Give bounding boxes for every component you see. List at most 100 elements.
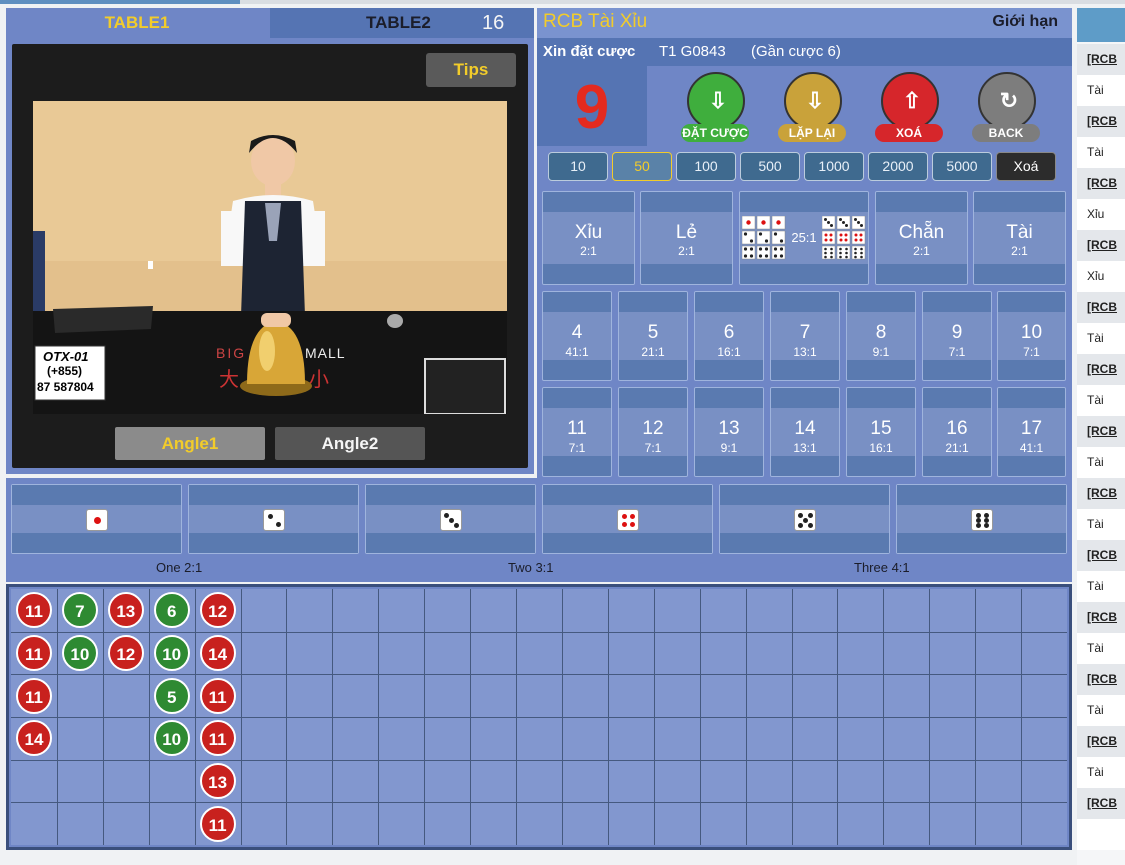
triple-dice-right-icon — [822, 216, 866, 260]
road-bead: 6 — [153, 592, 190, 629]
chip-10[interactable]: 10 — [548, 152, 608, 181]
angle1-button[interactable]: Angle1 — [115, 427, 265, 460]
road-bead: 5 — [153, 677, 190, 714]
history-link[interactable]: [RCB T — [1077, 726, 1125, 779]
chip-50[interactable]: 50 — [612, 152, 672, 181]
tab-table1[interactable]: TABLE1 — [6, 8, 268, 38]
history-link[interactable]: [RCB T — [1077, 230, 1125, 283]
bet-sum-9[interactable]: 9 7:1 — [922, 291, 992, 381]
place-bet-icon: ⇩ — [687, 72, 745, 130]
history-link[interactable]: [RCB T — [1077, 106, 1125, 159]
bet-odds: 2:1 — [913, 244, 930, 258]
road-bead: 7 — [61, 592, 98, 629]
table-brand-right: MALL — [305, 345, 346, 361]
road-bead: 10 — [153, 635, 190, 671]
bet-sum-14[interactable]: 14 13:1 — [770, 387, 840, 477]
history-result: Tài — [1077, 385, 1125, 416]
bet-sum-10[interactable]: 10 7:1 — [997, 291, 1066, 381]
single-label-three: Three 4:1 — [854, 560, 910, 575]
history-link[interactable]: [RCB T — [1077, 788, 1125, 841]
history-link[interactable]: [RCB T — [1077, 478, 1125, 531]
history-link[interactable]: [RCB T — [1077, 354, 1125, 407]
overlay-prefix: (+855) — [47, 364, 83, 378]
table-brand-left: BIG — [216, 345, 247, 361]
bead-road: 11 7 13 6 12 11 10 12 10 14 11 5 11 14 10 11 13 11 — [6, 584, 1072, 850]
road-bead: 14 — [199, 635, 236, 671]
history-link[interactable]: [RCB T — [1077, 292, 1125, 345]
bet-single-3[interactable] — [365, 484, 536, 554]
overlay-code: OTX-01 — [43, 349, 89, 364]
history-link[interactable]: [RCB T — [1077, 168, 1125, 221]
live-dealer-video: OTX-01 (+855) 87 587804 BIG MALL 大 小 — [33, 101, 507, 414]
bet-sum-4[interactable]: 4 41:1 — [542, 291, 612, 381]
angle2-button[interactable]: Angle2 — [275, 427, 425, 460]
bet-sum-8[interactable]: 8 9:1 — [846, 291, 916, 381]
die-5-icon — [794, 509, 816, 531]
tab-table2[interactable]: TABLE2 16 — [270, 8, 534, 38]
repeat-button[interactable]: ⇩ LẶP LẠI — [774, 72, 854, 146]
bet-sum-6[interactable]: 6 16:1 — [694, 291, 764, 381]
table-tabs: TABLE1 TABLE2 16 — [6, 8, 534, 38]
bet-sum-5[interactable]: 5 21:1 — [618, 291, 688, 381]
road-bead: 11 — [15, 592, 52, 629]
bet-sum-11[interactable]: 11 7:1 — [542, 387, 612, 477]
chip-1000[interactable]: 1000 — [804, 152, 864, 181]
game-info-bar: Xin đặt cược T1 G0843 (Gần cược 6) — [537, 38, 1072, 66]
back-button[interactable]: ↻ BACK — [968, 72, 1048, 146]
bet-odds: 2:1 — [678, 244, 695, 258]
road-bead: 10 — [153, 720, 190, 757]
single-label-one: One 2:1 — [156, 560, 203, 575]
history-link[interactable]: [RCB T — [1077, 602, 1125, 655]
place-bet-button[interactable]: ⇩ ĐẶT CƯỢC — [677, 72, 757, 146]
history-link[interactable]: [RCB T — [1077, 416, 1125, 469]
top-progress-bar — [0, 0, 1125, 4]
back-icon: ↻ — [978, 72, 1036, 130]
game-id: T1 G0843 — [659, 43, 726, 60]
bet-name: Tài — [1006, 222, 1033, 243]
top-progress-accent — [0, 0, 240, 4]
history-link[interactable]: [RCB T — [1077, 44, 1125, 97]
history-result: Tài — [1077, 323, 1125, 354]
bet-single-5[interactable] — [719, 484, 890, 554]
bet-xiu[interactable]: Xỉu 2:1 — [542, 191, 635, 285]
bet-single-2[interactable] — [188, 484, 359, 554]
bet-sum-17[interactable]: 17 41:1 — [997, 387, 1066, 477]
game-header: RCB Tài Xỉu Giới hạn — [537, 8, 1072, 38]
road-bead: 12 — [199, 592, 236, 629]
bet-sum-13[interactable]: 13 9:1 — [694, 387, 764, 477]
table-text-right: 小 — [309, 369, 329, 391]
tips-button[interactable]: Tips — [426, 53, 516, 87]
history-result: Tài — [1077, 137, 1125, 168]
limit-link[interactable]: Giới hạn — [992, 13, 1058, 31]
bet-chan[interactable]: Chẵn 2:1 — [875, 191, 968, 285]
history-result: Tài — [1077, 75, 1125, 106]
bet-sum-15[interactable]: 15 16:1 — [846, 387, 916, 477]
bet-any-triple[interactable]: 25:1 — [739, 191, 869, 285]
repeat-icon: ⇩ — [784, 72, 842, 130]
clear-label: XOÁ — [875, 124, 943, 142]
bet-sum-7[interactable]: 7 13:1 — [770, 291, 840, 381]
chip-500[interactable]: 500 — [740, 152, 800, 181]
bet-le[interactable]: Lẻ 2:1 — [640, 191, 733, 285]
road-bead: 14 — [15, 720, 52, 757]
road-bead: 13 — [107, 592, 144, 629]
bet-name: Lẻ — [675, 222, 698, 243]
chip-2000[interactable]: 2000 — [868, 152, 928, 181]
chip-clear-button[interactable]: Xoá — [996, 152, 1056, 181]
bet-sum-16[interactable]: 16 21:1 — [922, 387, 992, 477]
road-bead: 10 — [61, 635, 98, 671]
bet-tai[interactable]: Tài 2:1 — [973, 191, 1066, 285]
bet-single-4[interactable] — [542, 484, 713, 554]
bet-sum-12[interactable]: 12 7:1 — [618, 387, 688, 477]
road-bead: 11 — [15, 635, 52, 671]
chip-5000[interactable]: 5000 — [932, 152, 992, 181]
history-link[interactable]: [RCB T — [1077, 664, 1125, 717]
bet-single-6[interactable] — [896, 484, 1067, 554]
place-bet-label: ĐẶT CƯỢC — [681, 124, 749, 142]
chip-100[interactable]: 100 — [676, 152, 736, 181]
clear-button[interactable]: ⇧ XOÁ — [871, 72, 951, 146]
history-link[interactable]: [RCB T — [1077, 540, 1125, 593]
betting-status: Xin đặt cược — [543, 43, 636, 60]
repeat-label: LẶP LẠI — [778, 124, 846, 142]
bet-single-1[interactable] — [11, 484, 182, 554]
